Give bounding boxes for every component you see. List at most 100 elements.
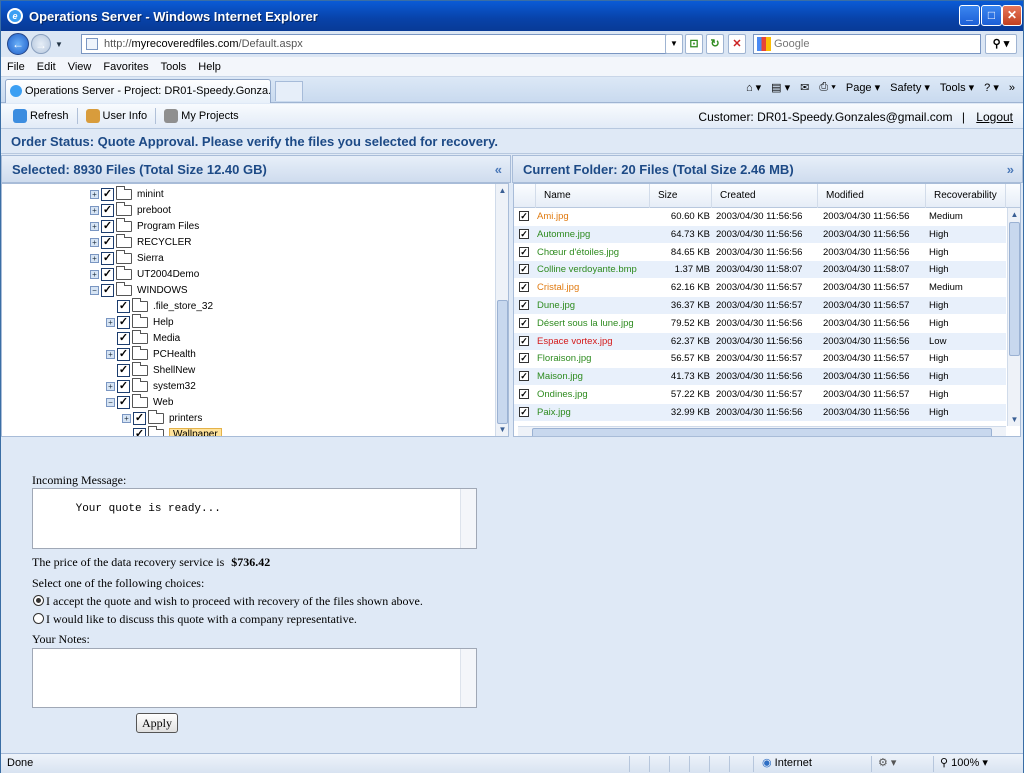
expand-node-icon[interactable]: + [90, 189, 99, 199]
scroll-up-icon[interactable]: ▲ [496, 184, 508, 197]
expand-node-icon[interactable]: + [90, 237, 99, 247]
column-size[interactable]: Size [650, 184, 712, 208]
scroll-down-icon[interactable]: ▼ [496, 423, 508, 436]
tree-checkbox[interactable]: ✓ [117, 363, 130, 377]
print-icon[interactable]: ⎙ ▾ [819, 81, 835, 94]
menu-edit[interactable]: Edit [37, 61, 56, 73]
message-scrollbar[interactable] [460, 489, 476, 548]
minimize-button[interactable]: _ [959, 5, 980, 26]
table-row[interactable]: ✓ Désert sous la lune.jpg 79.52 KB 2003/04/… [514, 315, 1006, 332]
notes-textarea[interactable] [32, 648, 477, 708]
tree-node[interactable]: + ✓ minint [90, 185, 164, 202]
tree-node[interactable]: + ✓ preboot [90, 201, 171, 218]
protected-mode-icon[interactable]: ⚙ ▾ [871, 756, 931, 772]
tree-checkbox[interactable]: ✓ [133, 411, 146, 425]
expand-node-icon[interactable]: + [106, 317, 115, 327]
menu-view[interactable]: View [68, 61, 92, 73]
expand-node-icon[interactable]: + [106, 381, 115, 391]
tree-node[interactable]: + ✓ Program Files [90, 217, 199, 234]
tree-checkbox[interactable]: ✓ [117, 331, 130, 345]
notes-scrollbar[interactable] [460, 649, 476, 707]
my-projects-button[interactable]: My Projects [164, 109, 239, 123]
apply-button[interactable]: Apply [136, 713, 178, 733]
tree-node[interactable]: + ✓ PCHealth [106, 345, 196, 362]
address-dropdown-icon[interactable]: ▼ [665, 34, 683, 54]
tree-node[interactable]: + ✓ Help [106, 313, 174, 330]
page-menu[interactable]: Page ▾ [846, 81, 880, 94]
home-icon[interactable]: ⌂ ▾ [746, 81, 761, 94]
tree-checkbox[interactable]: ✓ [117, 379, 130, 393]
incoming-message[interactable]: Your quote is ready... [32, 488, 477, 549]
table-row[interactable]: ✓ Cristal.jpg 62.16 KB 2003/04/30 11:56:57 2… [514, 279, 1006, 296]
collapse-panel-button[interactable]: « [495, 156, 502, 184]
choice-discuss[interactable]: I would like to discuss this quote with … [33, 612, 357, 627]
table-row[interactable]: ✓ Paix.jpg 32.99 KB 2003/04/30 11:56:56 2003… [514, 403, 1006, 421]
row-checkbox[interactable]: ✓ [519, 282, 529, 293]
help-icon[interactable]: ? ▾ [984, 81, 999, 94]
tree-node[interactable]: − ✓ Web [106, 393, 173, 410]
feeds-icon[interactable]: ▤ ▾ [771, 81, 790, 94]
tools-menu[interactable]: Tools ▾ [940, 81, 974, 94]
table-row[interactable]: ✓ Maison.jpg 41.73 KB 2003/04/30 11:56:56 20… [514, 368, 1006, 386]
row-checkbox[interactable]: ✓ [519, 246, 529, 257]
grid-scroll-thumb[interactable] [1009, 222, 1020, 356]
tree-scroll-thumb[interactable] [497, 300, 508, 424]
expand-node-icon[interactable]: + [90, 269, 99, 279]
table-row[interactable]: ✓ Ondines.jpg 57.22 KB 2003/04/30 11:56:57 2… [514, 386, 1006, 403]
expand-node-icon[interactable]: + [122, 413, 131, 423]
column-modified[interactable]: Modified [818, 184, 926, 208]
new-tab-button[interactable] [275, 81, 303, 101]
menu-help[interactable]: Help [198, 61, 221, 73]
row-checkbox[interactable]: ✓ [519, 335, 529, 346]
tree-checkbox[interactable]: ✓ [117, 315, 130, 329]
row-checkbox[interactable]: ✓ [519, 264, 529, 275]
search-input[interactable]: Google [753, 34, 981, 54]
grid-hscrollbar[interactable] [518, 426, 1006, 436]
grid-hscroll-thumb[interactable] [532, 428, 992, 436]
logout-link[interactable]: Logout [976, 110, 1013, 124]
table-row[interactable]: ✓ Automne.jpg 64.73 KB 2003/04/30 11:56:56 2… [514, 225, 1006, 243]
tree-checkbox[interactable]: ✓ [101, 187, 114, 201]
collapse-node-icon[interactable]: − [90, 285, 99, 295]
tree-checkbox[interactable]: ✓ [101, 235, 114, 249]
zoom-control[interactable]: ⚲ 100% ▾ [933, 756, 1019, 772]
tree-node[interactable]: + ✓ Sierra [90, 249, 164, 266]
tree-scrollbar[interactable]: ▲ ▼ [495, 184, 508, 436]
stop-icon[interactable]: ✕ [728, 34, 746, 54]
tree-node[interactable]: +✓Wallpaper [122, 425, 222, 436]
search-button[interactable]: ⚲ ▾ [985, 34, 1017, 54]
collapse-node-icon[interactable]: − [106, 397, 115, 407]
tree-checkbox[interactable]: ✓ [101, 283, 114, 297]
refresh-page-icon[interactable]: ↻ [706, 34, 724, 54]
row-checkbox[interactable]: ✓ [519, 406, 529, 417]
table-row[interactable]: ✓ Espace vortex.jpg 62.37 KB 2003/04/30 11:… [514, 332, 1006, 350]
column-created[interactable]: Created [712, 184, 818, 208]
tree-checkbox[interactable]: ✓ [133, 427, 146, 436]
column-name[interactable]: Name [536, 184, 650, 208]
tree-checkbox[interactable]: ✓ [101, 219, 114, 233]
tree-node[interactable]: + ✓ UT2004Demo [90, 265, 199, 282]
row-checkbox[interactable]: ✓ [519, 211, 529, 221]
mail-icon[interactable]: ✉ [800, 81, 809, 94]
tree-node[interactable]: + ✓ printers [122, 409, 202, 426]
back-button[interactable]: ← [7, 33, 29, 55]
more-commands-button[interactable]: » [1009, 82, 1015, 94]
tree-checkbox[interactable]: ✓ [117, 299, 130, 313]
expand-node-icon[interactable]: + [90, 205, 99, 215]
row-checkbox[interactable]: ✓ [519, 228, 529, 239]
row-checkbox[interactable]: ✓ [519, 300, 529, 310]
safety-menu[interactable]: Safety ▾ [890, 81, 930, 94]
tree-checkbox[interactable]: ✓ [117, 395, 130, 409]
table-row[interactable]: ✓ Floraison.jpg 56.57 KB 2003/04/30 11:56:5… [514, 350, 1006, 367]
table-row[interactable]: ✓ Ami.jpg 60.60 KB 2003/04/30 11:56:56 2003/… [514, 208, 1006, 225]
row-checkbox[interactable]: ✓ [519, 371, 529, 382]
tree-checkbox[interactable]: ✓ [117, 347, 130, 361]
address-field[interactable]: http://myrecoveredfiles.com/Default.aspx [81, 34, 681, 54]
tree-checkbox[interactable]: ✓ [101, 267, 114, 281]
row-checkbox[interactable]: ✓ [519, 317, 529, 328]
expand-node-icon[interactable]: + [106, 349, 115, 359]
row-checkbox[interactable]: ✓ [519, 389, 529, 399]
row-checkbox[interactable]: ✓ [519, 353, 529, 364]
accept-radio[interactable] [33, 595, 44, 606]
close-button[interactable]: ✕ [1002, 5, 1022, 26]
